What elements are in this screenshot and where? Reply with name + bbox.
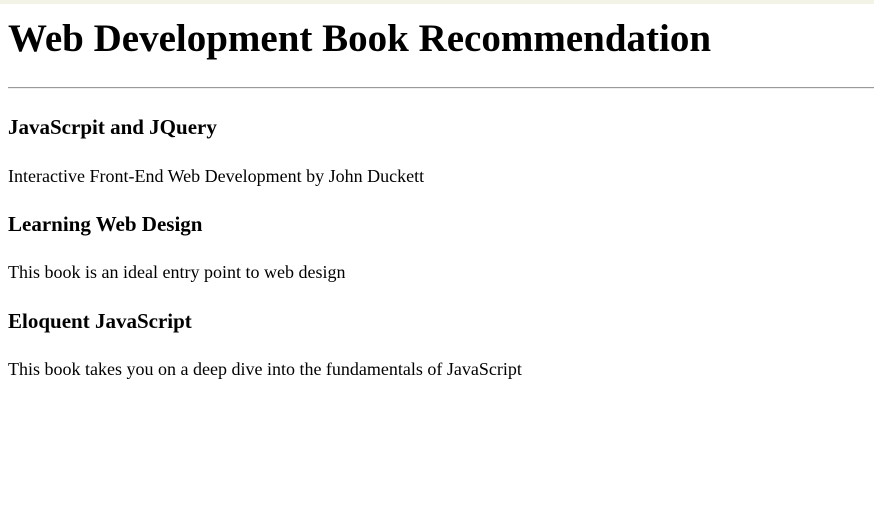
- browser-top-strip: [0, 0, 874, 4]
- book-description: This book takes you on a deep dive into …: [8, 359, 522, 379]
- book-title: Eloquent JavaScript: [8, 309, 192, 333]
- book-title: JavaScrpit and JQuery: [8, 115, 217, 139]
- book-description: Interactive Front-End Web Development by…: [8, 166, 425, 186]
- title-divider: [8, 87, 874, 89]
- page-title: Web Development Book Recommendation: [8, 17, 712, 60]
- book-description: This book is an ideal entry point to web…: [8, 262, 346, 282]
- book-title: Learning Web Design: [8, 212, 203, 236]
